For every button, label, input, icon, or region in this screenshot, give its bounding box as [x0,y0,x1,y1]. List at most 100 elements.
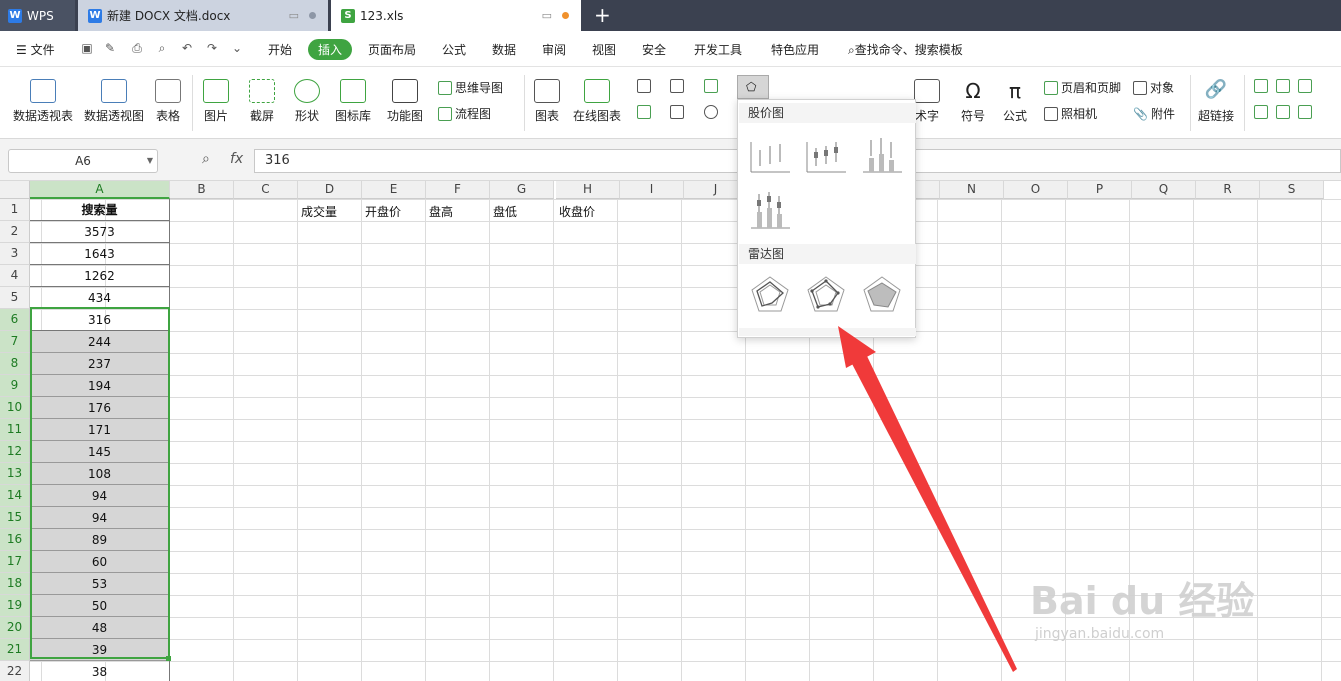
area-chart-button[interactable] [637,105,651,119]
cell-H1[interactable]: 收盘价 [556,199,595,221]
column-header-B[interactable]: B [170,181,234,199]
quick-access-dropdown-icon[interactable]: ⌄ [230,41,244,55]
cell-A16[interactable]: 89 [30,529,170,551]
textbox-icon[interactable] [1254,79,1268,93]
attachment-button[interactable]: 📎 附件 [1133,105,1175,122]
radar-chart-markers-icon[interactable] [804,273,848,317]
cell-A5[interactable]: 434 [30,287,170,309]
unsaved-dot-icon[interactable] [562,12,569,19]
stock-chart-hlc-icon[interactable] [748,132,792,176]
column-header-E[interactable]: E [362,181,426,199]
cell-A15[interactable]: 94 [30,507,170,529]
cell-A2[interactable]: 3573 [30,221,170,243]
column-header-R[interactable]: R [1196,181,1260,199]
redo-icon[interactable]: ↷ [205,41,219,55]
option-control-icon[interactable] [1298,105,1312,119]
column-header-H[interactable]: H [556,181,620,199]
cell-A7[interactable]: 244 [30,331,170,353]
row-header-21[interactable]: 21 [0,639,30,661]
picture-button[interactable]: 图片 [198,79,234,124]
monitor-icon[interactable]: ▭ [289,9,299,22]
row-header-19[interactable]: 19 [0,595,30,617]
row-header-13[interactable]: 13 [0,463,30,485]
menu-special[interactable]: 特色应用 [771,41,819,58]
new-tab-button[interactable]: + [594,3,611,27]
menu-page-layout[interactable]: 页面布局 [368,41,416,58]
column-header-I[interactable]: I [620,181,684,199]
row-header-17[interactable]: 17 [0,551,30,573]
shapes-button[interactable]: 形状 [289,79,325,124]
cell-A4[interactable]: 1262 [30,265,170,287]
cell-G1[interactable]: 盘低 [490,199,517,221]
column-header-N[interactable]: N [940,181,1004,199]
menu-developer[interactable]: 开发工具 [694,41,742,58]
zoom-icon[interactable]: ⌕ [202,151,210,167]
radar-chart-icon[interactable] [748,273,792,317]
menu-security[interactable]: 安全 [642,41,666,58]
camera-button[interactable]: 照相机 [1044,105,1097,122]
tab-xls[interactable]: S 123.xls ▭ [331,0,581,31]
row-header-8[interactable]: 8 [0,353,30,375]
tab-wps-home[interactable]: W WPS [0,0,75,31]
flowchart-button[interactable]: 流程图 [438,105,491,122]
online-chart-button[interactable]: 在线图表 [570,79,624,124]
table-button[interactable]: 表格 [154,79,182,124]
row-header-1[interactable]: 1 [0,199,30,221]
stock-chart-volume-ohlc-icon[interactable] [748,188,792,232]
menu-formula[interactable]: 公式 [442,41,466,58]
hyperlink-button[interactable]: 🔗 超链接 [1196,79,1236,124]
row-header-2[interactable]: 2 [0,221,30,243]
file-menu[interactable]: ☰ 文件 [16,41,55,58]
cell-E1[interactable]: 开盘价 [362,199,401,221]
line-chart-button[interactable] [704,79,718,93]
cell-A9[interactable]: 194 [30,375,170,397]
format-painter-icon[interactable]: ✎ [103,41,117,55]
row-header-14[interactable]: 14 [0,485,30,507]
menu-insert[interactable]: 插入 [308,39,353,60]
cell-D1[interactable]: 成交量 [298,199,337,221]
row-header-16[interactable]: 16 [0,529,30,551]
row-header-4[interactable]: 4 [0,265,30,287]
pivot-chart-button[interactable]: 数据透视图 [83,79,145,124]
undo-icon[interactable]: ↶ [180,41,194,55]
screenshot-button[interactable]: 截屏 [244,79,280,124]
menu-start[interactable]: 开始 [268,41,292,58]
header-footer-button[interactable]: 页眉和页脚 [1044,79,1121,96]
other-charts-button[interactable]: ⬠ [737,75,769,99]
column-header-Q[interactable]: Q [1132,181,1196,199]
row-header-7[interactable]: 7 [0,331,30,353]
symbol-button[interactable]: Ω 符号 [956,79,990,124]
column-header-P[interactable]: P [1068,181,1132,199]
row-header-9[interactable]: 9 [0,375,30,397]
pie-chart-button[interactable] [704,105,718,119]
scatter-chart-button[interactable] [670,105,684,119]
tab-docx[interactable]: W 新建 DOCX 文档.docx ▭ [78,0,328,31]
monitor-icon[interactable]: ▭ [542,9,552,22]
checkbox-icon[interactable] [1298,79,1312,93]
pivot-table-button[interactable]: 数据透视表 [12,79,74,124]
icon-library-button[interactable]: 图标库 [334,79,372,124]
row-header-22[interactable]: 22 [0,661,30,681]
print-preview-icon[interactable]: ⌕ [155,41,169,55]
stock-chart-ohlc-icon[interactable] [804,132,848,176]
column-header-S[interactable]: S [1260,181,1324,199]
column-header-A[interactable]: A [30,181,170,199]
cell-A21[interactable]: 39 [30,639,170,661]
cell-A13[interactable]: 108 [30,463,170,485]
object-button[interactable]: 对象 [1133,79,1174,96]
cell-A10[interactable]: 176 [30,397,170,419]
cell-A22[interactable]: 38 [30,661,170,681]
name-box[interactable]: A6 ▼ [8,149,158,173]
row-header-18[interactable]: 18 [0,573,30,595]
filled-radar-chart-icon[interactable] [860,273,904,317]
cell-A12[interactable]: 145 [30,441,170,463]
column-header-F[interactable]: F [426,181,490,199]
menu-review[interactable]: 审阅 [542,41,566,58]
cell-F1[interactable]: 盘高 [426,199,453,221]
row-header-3[interactable]: 3 [0,243,30,265]
select-all-corner[interactable] [0,181,30,199]
row-header-10[interactable]: 10 [0,397,30,419]
column-chart-button[interactable] [637,79,651,93]
row-header-11[interactable]: 11 [0,419,30,441]
column-header-D[interactable]: D [298,181,362,199]
